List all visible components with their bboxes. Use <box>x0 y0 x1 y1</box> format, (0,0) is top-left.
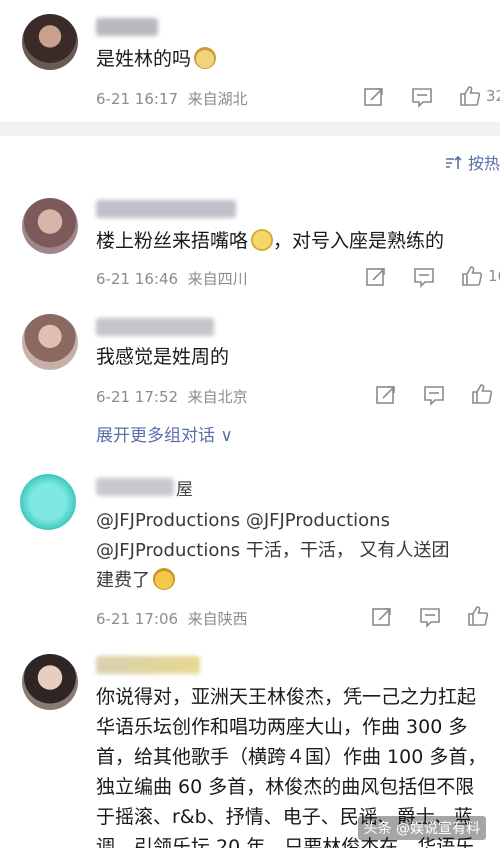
avatar[interactable] <box>20 474 76 530</box>
username-blurred[interactable] <box>96 656 200 674</box>
comment-meta: 6-21 17:06 来自陕西 <box>96 608 248 629</box>
comment-meta: 6-21 16:17 来自湖北 <box>96 88 248 109</box>
comment-text-line: 建费了 <box>96 566 175 596</box>
like-icon[interactable] <box>460 264 484 288</box>
comment-text-line: @JFJProductions @JFJProductions <box>96 510 390 531</box>
username-blurred[interactable] <box>96 478 174 496</box>
comment-meta: 6-21 17:52 来自北京 <box>96 386 248 407</box>
comment-text-content: 我感觉是姓周的 <box>96 346 230 368</box>
comment-date: 6-21 16:17 <box>96 90 179 108</box>
comment-text-line: @JFJProductions 干活，干活， 又有人送团 <box>96 536 450 566</box>
comment-text-line: 首，给其他歌手（横跨４国）作曲 100 多首， <box>96 746 487 768</box>
comment-text-content: 建费了 <box>96 570 150 591</box>
comment-icon[interactable] <box>418 605 442 629</box>
like-icon[interactable] <box>466 604 490 628</box>
comment-1: 是姓林的吗 6-21 16:17 来自湖北 32 <box>0 0 500 122</box>
comment-3: 我感觉是姓周的 6-21 17:52 来自北京 <box>0 308 500 412</box>
comment-location: 来自湖北 <box>187 90 248 108</box>
username-tail[interactable]: 屋 <box>176 475 193 500</box>
comment-icon[interactable] <box>422 383 446 407</box>
avatar[interactable] <box>22 314 78 370</box>
share-icon[interactable] <box>374 383 398 407</box>
comment-date: 6-21 17:06 <box>96 610 179 628</box>
like-icon[interactable] <box>458 84 482 108</box>
comment-text-line: 独立编曲 60 多首，林俊杰的曲风包括但不限 <box>96 776 475 798</box>
comment-text-line: 华语乐坛创作和唱功两座大山，作曲 300 多 <box>96 716 468 738</box>
comment-location: 来自陕西 <box>187 610 248 628</box>
avatar[interactable] <box>22 654 78 710</box>
comment-date: 6-21 17:52 <box>96 388 179 406</box>
sort-toggle[interactable]: 按热 <box>444 150 500 176</box>
avatar[interactable] <box>22 198 78 254</box>
comment-2: 楼上粉丝来捂嘴咯 ，对号入座是熟练的 6-21 16:46 来自四川 16 <box>0 190 500 290</box>
username-blurred[interactable] <box>96 200 236 218</box>
like-count: 16 <box>488 267 500 285</box>
comment-location: 来自北京 <box>187 388 248 406</box>
comment-text-content: @JFJProductions 干活，干活， 又有人送团 <box>96 540 450 561</box>
doge-emoji-icon <box>194 47 217 69</box>
comment-text-content: 楼上粉丝来捂嘴咯 <box>96 230 249 252</box>
comment-date: 6-21 16:46 <box>96 270 179 288</box>
comment-text-line: 你说得对，亚洲天王林俊杰，凭一己之力扛起 <box>96 686 477 708</box>
share-icon[interactable] <box>362 85 386 109</box>
comment-icon[interactable] <box>410 85 434 109</box>
section-separator <box>0 122 500 136</box>
expand-more-conversations-link[interactable]: 展开更多组对话 ∨ <box>96 421 233 446</box>
comment-text: 是姓林的吗 <box>96 44 217 74</box>
crying-emoji-icon <box>153 568 175 590</box>
comment-4: 屋 @JFJProductions @JFJProductions @JFJPr… <box>0 470 500 630</box>
username-blurred[interactable] <box>96 18 158 36</box>
comment-text-tail: ，对号入座是熟练的 <box>273 230 445 252</box>
watermark: 头条 @娱说宣有料 <box>357 816 486 840</box>
comment-icon[interactable] <box>412 265 436 289</box>
comment-text-content: 是姓林的吗 <box>96 48 192 70</box>
like-icon[interactable] <box>470 382 494 406</box>
sort-label: 按热 <box>467 154 500 173</box>
comment-text: 我感觉是姓周的 <box>96 342 229 372</box>
comment-text: 楼上粉丝来捂嘴咯 ，对号入座是熟练的 <box>96 226 444 256</box>
username-blurred[interactable] <box>96 318 214 336</box>
comment-meta: 6-21 16:46 来自四川 <box>96 268 248 289</box>
avatar[interactable] <box>22 14 78 70</box>
sort-icon <box>444 154 462 176</box>
share-icon[interactable] <box>370 605 394 629</box>
cover-mouth-emoji-icon <box>251 229 274 251</box>
share-icon[interactable] <box>364 265 388 289</box>
comment-location: 来自四川 <box>187 270 248 288</box>
like-count: 32 <box>486 87 500 105</box>
